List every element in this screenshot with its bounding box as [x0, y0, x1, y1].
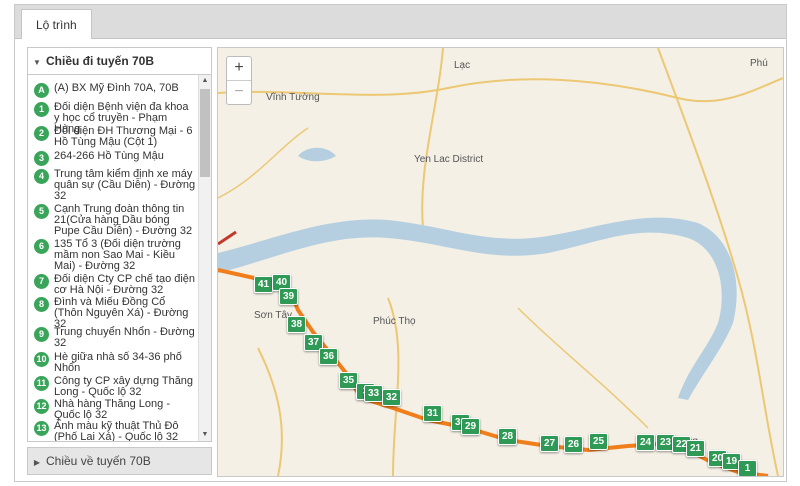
stop-badge: 10 — [34, 352, 49, 367]
scrollbar[interactable]: ▲ ▼ — [198, 75, 211, 441]
stop-name: Hè giữa nhà số 34-36 phố Nhổn — [54, 351, 182, 374]
stop-badge: 1 — [34, 102, 49, 117]
stop-name: 135 Tổ 3 (Đối diện trường mầm non Sao Ma… — [54, 238, 181, 272]
scroll-thumb[interactable] — [200, 89, 210, 177]
stop-badge: 2 — [34, 126, 49, 141]
route-widget: Lộ trình ▼ Chiều đi tuyến 70B A (A) BX Mỹ … — [14, 4, 787, 482]
stop-badge: 3 — [34, 151, 49, 166]
stop-name: 264-266 Hồ Tùng Mậu — [54, 150, 164, 162]
stop-badge: 6 — [34, 239, 49, 254]
zoom-control: + − — [226, 56, 252, 105]
place-label: Phúc Thọ — [373, 316, 416, 327]
route-panel: ▼ Chiều đi tuyến 70B A (A) BX Mỹ Đình 70A,… — [27, 47, 212, 475]
stop-marker[interactable]: 33 — [364, 385, 383, 402]
stop-list[interactable]: A (A) BX Mỹ Đình 70A, 70B 1 Đối diện Bệnh … — [27, 75, 212, 442]
stop-marker[interactable]: 38 — [287, 316, 306, 333]
stop-marker[interactable]: 36 — [319, 348, 338, 365]
return-header[interactable]: ▶ Chiều về tuyến 70B — [27, 447, 212, 475]
stop-marker[interactable]: 27 — [540, 435, 559, 452]
zoom-in-button[interactable]: + — [227, 57, 251, 80]
stop-name: Công ty CP xây dựng Thăng Long - Quốc lộ… — [54, 375, 194, 398]
stop-name: Đối diện ĐH Thương Mại - 6 Hồ Tùng Mậu (… — [54, 125, 193, 148]
scroll-down-icon[interactable]: ▼ — [199, 429, 211, 441]
caret-right-icon: ▶ — [33, 458, 41, 467]
place-label: Vĩnh Tường — [266, 92, 320, 103]
stop-marker[interactable]: 31 — [423, 405, 442, 422]
stop-badge: 13 — [34, 421, 49, 436]
stop-name: Trung tâm kiểm định xe máy quân sự (Cầu … — [54, 168, 196, 202]
caret-down-icon: ▼ — [33, 58, 41, 67]
zoom-out-button[interactable]: − — [227, 80, 251, 104]
place-label: Lạc — [454, 60, 471, 71]
stop-marker[interactable]: 29 — [461, 418, 480, 435]
stop-badge: 5 — [34, 204, 49, 219]
stop-name: (A) BX Mỹ Đình 70A, 70B — [54, 82, 179, 94]
return-title: Chiều về tuyến 70B — [46, 454, 151, 468]
stop-marker[interactable]: 21 — [686, 440, 705, 457]
stop-badge: 12 — [34, 399, 49, 414]
stop-badge: 8 — [34, 297, 49, 312]
stop-badge: 4 — [34, 169, 49, 184]
stop-name: Trung chuyển Nhổn - Đường 32 — [54, 326, 195, 349]
stop-marker[interactable]: 28 — [498, 428, 517, 445]
stop-badge: 11 — [34, 376, 49, 391]
stop-badge: A — [34, 83, 49, 98]
stop-marker[interactable]: 41 — [254, 276, 273, 293]
stop-name: Cạnh Trung đoàn thông tin 21(Cửa hàng Dầ… — [54, 203, 193, 237]
stop-marker[interactable]: 26 — [564, 436, 583, 453]
scroll-up-icon[interactable]: ▲ — [199, 75, 211, 87]
outbound-header[interactable]: ▼ Chiều đi tuyến 70B — [27, 47, 212, 75]
place-label: Yen Lac District — [414, 154, 484, 165]
stop-marker[interactable]: 1 — [738, 460, 757, 476]
stop-marker[interactable]: 32 — [382, 389, 401, 406]
stop-badge: 7 — [34, 274, 49, 289]
stop-name: Nhà hàng Thăng Long - Quốc lộ 32 — [54, 398, 170, 421]
stop-marker[interactable]: 39 — [279, 288, 298, 305]
stop-marker[interactable]: 24 — [636, 434, 655, 451]
stop-badge: 9 — [34, 327, 49, 342]
stop-name: Đối diện Cty CP chế tạo điện cơ Hà Nội -… — [54, 273, 196, 296]
stop-name: Ảnh màu kỹ thuật Thủ Đô (Phố Lai Xá) - Q… — [54, 420, 179, 442]
outbound-title: Chiều đi tuyến 70B — [46, 54, 155, 68]
route-map[interactable]: + − Vĩnh Tường Yen Lac District Lạc Phúc… — [217, 47, 784, 477]
map-canvas — [218, 48, 783, 476]
stop-marker[interactable]: 25 — [589, 433, 608, 450]
tab-route[interactable]: Lộ trình — [21, 9, 92, 39]
tab-bar: Lộ trình — [15, 5, 786, 39]
place-label: Phú — [750, 58, 768, 69]
